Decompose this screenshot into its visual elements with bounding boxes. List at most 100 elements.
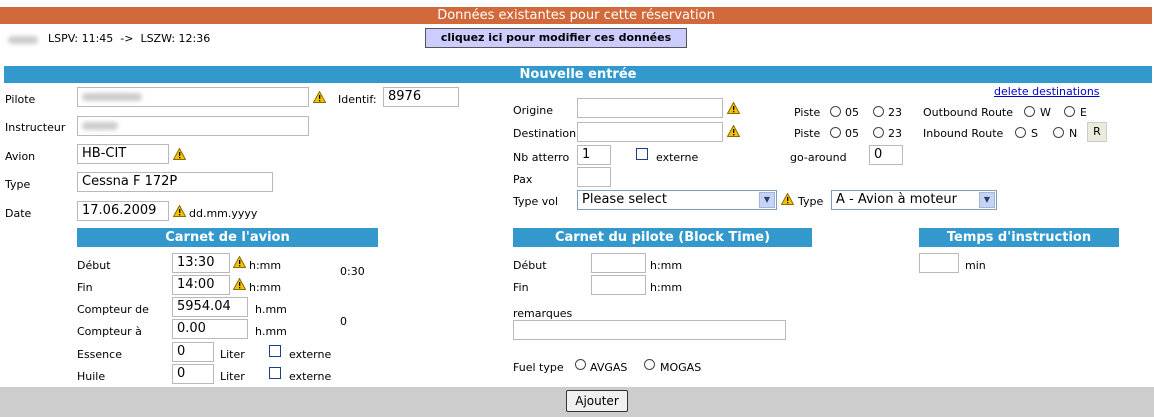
huile-externe-checkbox[interactable] [269, 367, 281, 379]
type-label: Type [5, 178, 31, 191]
identif-label: Identif: [338, 93, 377, 106]
piste-dest-23-radio[interactable] [873, 127, 884, 138]
essence-label: Essence [77, 348, 122, 361]
remarques-input[interactable] [513, 320, 786, 340]
destination-warning-icon [727, 125, 740, 137]
fuel-avgas-label: AVGAS [590, 361, 628, 374]
instruction-unit: min [965, 259, 986, 272]
outbound-e-label: E [1080, 106, 1087, 119]
huile-label: Huile [77, 370, 106, 383]
huile-unit: Liter [220, 370, 245, 383]
add-button[interactable]: Ajouter [566, 390, 628, 412]
pilote-fin-input[interactable] [591, 275, 646, 295]
avion-label: Avion [5, 150, 36, 163]
goaround-input[interactable]: 0 [869, 145, 903, 165]
piste-dest-23-label: 23 [888, 127, 902, 140]
avion-debut-warning-icon [233, 256, 246, 268]
instruction-title: Temps d'instruction [919, 228, 1119, 247]
date-label: Date [5, 207, 32, 220]
modify-data-button[interactable]: cliquez ici pour modifier ces données [425, 28, 687, 48]
avion-debut-label: Début [77, 259, 111, 272]
inbound-s-radio[interactable] [1015, 127, 1026, 138]
pilote-input[interactable] [77, 87, 309, 107]
piste-origin-23-radio[interactable] [873, 106, 884, 117]
piste-origin-23-label: 23 [888, 106, 902, 119]
origine-input[interactable] [577, 98, 723, 118]
piste-dest-label: Piste [794, 127, 821, 140]
huile-input[interactable]: 0 [172, 364, 214, 384]
piste-dest-05-label: 05 [845, 127, 859, 140]
atterro-externe-checkbox[interactable] [636, 148, 648, 160]
delete-destinations-link[interactable]: delete destinations [994, 85, 1100, 98]
pilote-debut-label: Début [513, 259, 547, 272]
essence-externe-label: externe [289, 348, 332, 361]
instructeur-label: Instructeur [5, 121, 66, 134]
pilote-fin-label: Fin [513, 281, 529, 294]
destination-input[interactable] [577, 122, 723, 142]
compteur-a-unit: h.mm [255, 325, 287, 338]
piste-origin-05-radio[interactable] [830, 106, 841, 117]
destination-label: Destination [513, 127, 577, 140]
instruction-input[interactable] [919, 253, 959, 273]
carnet-pilote-title: Carnet du pilote (Block Time) [513, 228, 812, 247]
compteur-a-input[interactable]: 0.00 [172, 319, 248, 339]
compteur-a-label: Compteur à [77, 325, 142, 338]
avion-input[interactable]: HB-CIT [77, 144, 169, 164]
avion-duration: 0:30 [340, 265, 365, 278]
type-vol-value: Please select [582, 192, 667, 207]
type-vol-warning-icon [781, 193, 794, 205]
outbound-w-radio[interactable] [1024, 106, 1035, 117]
compteur-de-input[interactable]: 5954.04 [172, 297, 248, 317]
type-vol-select[interactable]: Please select ▼ [577, 190, 777, 210]
date-input[interactable]: 17.06.2009 [77, 201, 169, 221]
nb-atterro-label: Nb atterro [513, 151, 570, 164]
pilote-label: Pilote [5, 93, 36, 106]
instructeur-input[interactable] [77, 116, 309, 136]
compteur-diff: 0 [340, 315, 347, 328]
chevron-down-icon: ▼ [979, 192, 995, 208]
fuel-avgas-radio[interactable] [575, 359, 586, 370]
inbound-route-label: Inbound Route [923, 127, 1004, 140]
piste-origin-label: Piste [794, 106, 821, 119]
type-vol-label: Type vol [513, 195, 559, 208]
existing-route: LSPV: 11:45 -> LSZW: 12:36 [48, 32, 211, 45]
avion-fin-warning-icon [233, 278, 246, 290]
fuel-type-label: Fuel type [513, 361, 564, 374]
type2-select[interactable]: A - Avion à moteur ▼ [831, 190, 997, 210]
inbound-n-radio[interactable] [1053, 127, 1064, 138]
goaround-label: go-around [790, 151, 847, 164]
avion-debut-input[interactable]: 13:30 [172, 253, 230, 273]
inbound-n-label: N [1069, 127, 1078, 140]
piste-dest-05-radio[interactable] [830, 127, 841, 138]
essence-input[interactable]: 0 [172, 342, 214, 362]
type2-value: A - Avion à moteur [836, 192, 958, 207]
type2-label: Type [798, 195, 824, 208]
compteur-de-unit: h.mm [255, 303, 287, 316]
fuel-mogas-radio[interactable] [644, 359, 655, 370]
avion-fin-unit: h:mm [249, 281, 282, 294]
date-warning-icon [173, 205, 186, 217]
essence-unit: Liter [220, 348, 245, 361]
identif-input[interactable]: 8976 [383, 87, 459, 107]
atterro-externe-label: externe [656, 151, 699, 164]
type-input[interactable]: Cessna F 172P [77, 172, 273, 192]
avion-debut-unit: h:mm [249, 259, 282, 272]
remarques-label: remarques [513, 307, 573, 320]
essence-externe-checkbox[interactable] [269, 345, 281, 357]
inbound-s-label: S [1031, 127, 1038, 140]
pax-label: Pax [513, 173, 533, 186]
fuel-mogas-label: MOGAS [660, 361, 702, 374]
carnet-avion-title: Carnet de l'avion [77, 228, 378, 247]
pilote-debut-input[interactable] [591, 253, 646, 273]
r-button[interactable]: R [1087, 122, 1107, 142]
outbound-e-radio[interactable] [1064, 106, 1075, 117]
pax-input[interactable] [577, 167, 611, 187]
pilote-debut-unit: h:mm [650, 259, 683, 272]
avion-fin-label: Fin [77, 281, 93, 294]
avion-fin-input[interactable]: 14:00 [172, 275, 230, 295]
piste-origin-05-label: 05 [845, 106, 859, 119]
nb-atterro-input[interactable]: 1 [577, 145, 611, 165]
outbound-w-label: W [1040, 106, 1051, 119]
chevron-down-icon: ▼ [759, 192, 775, 208]
pilote-warning-icon [313, 91, 326, 103]
